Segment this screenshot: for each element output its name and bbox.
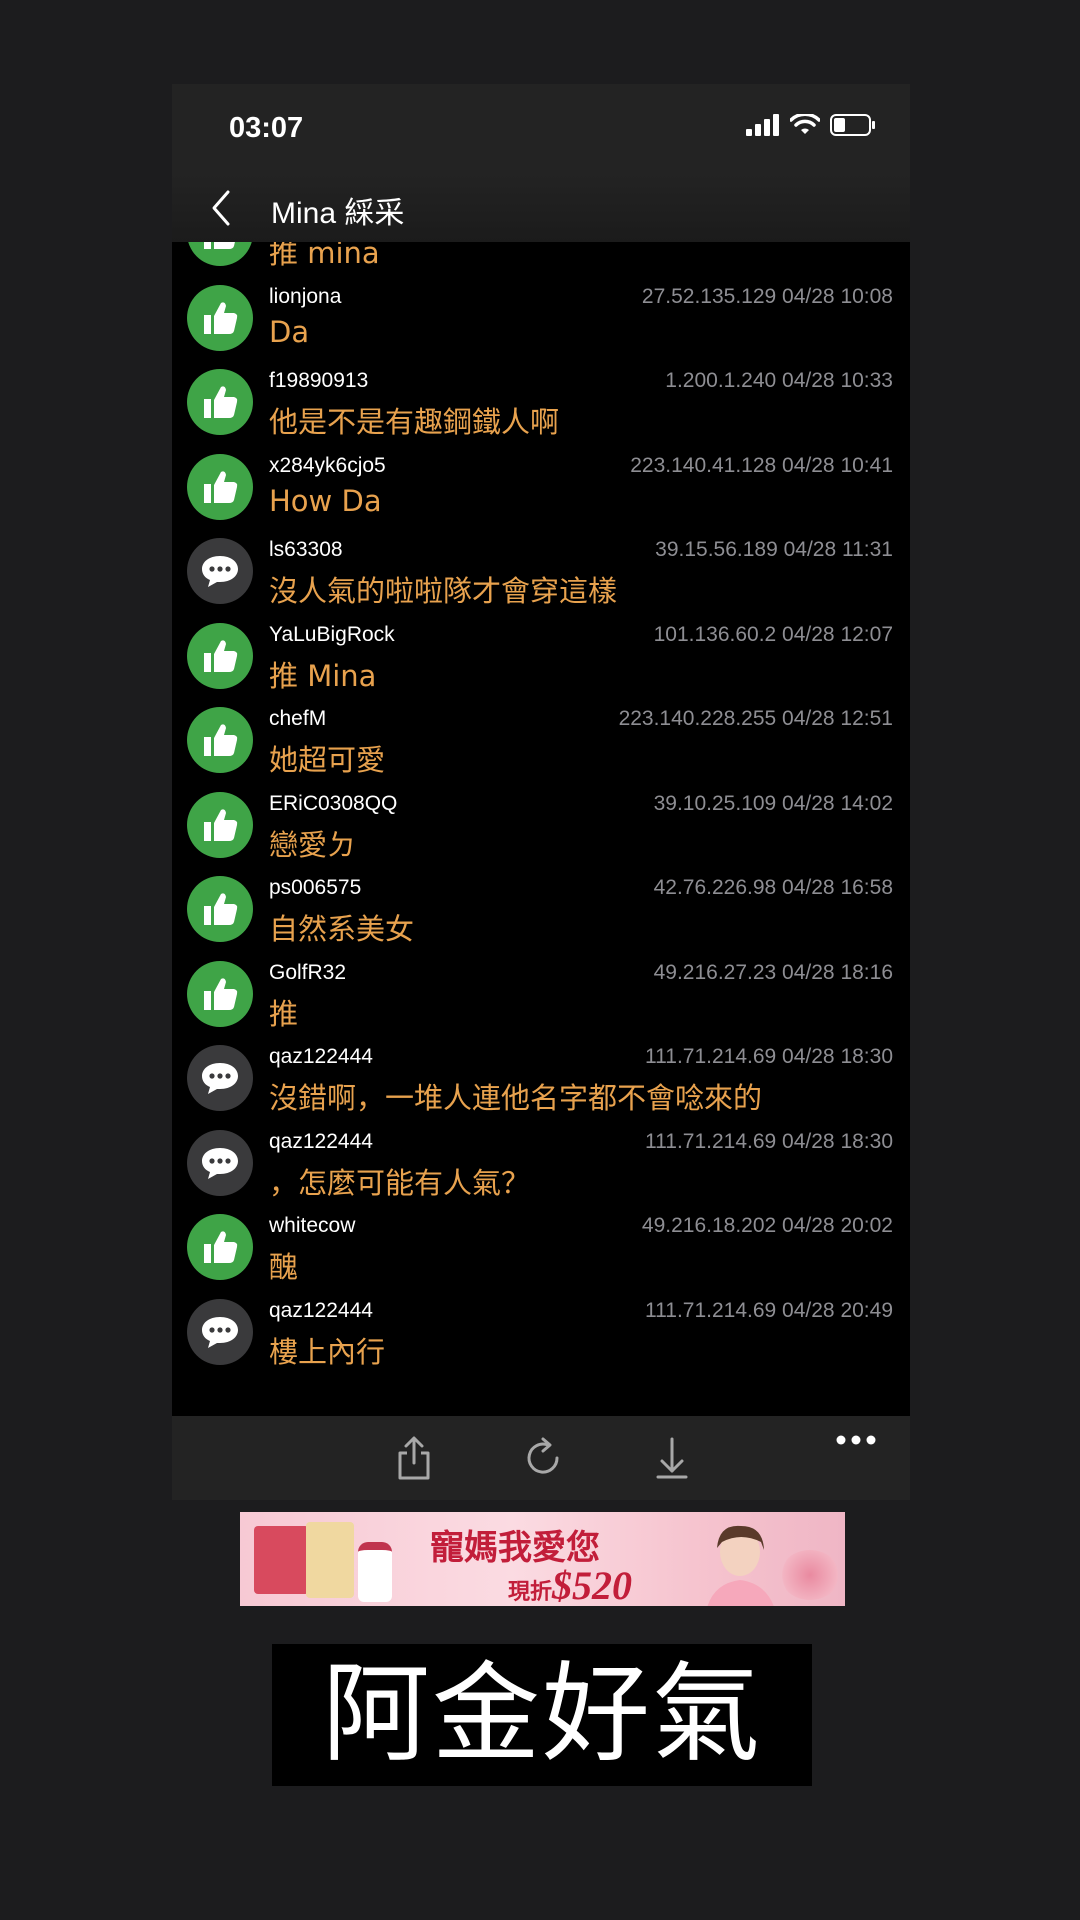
comment-username[interactable]: qaz122444 (269, 1299, 373, 1323)
comment-ip-time: 49.216.27.23 04/28 18:16 (653, 960, 893, 984)
comment-text: How Da (269, 483, 382, 518)
comment-list[interactable]: fa00815101.9.98.236 04/28 09:56推 minalio… (172, 242, 910, 1500)
comment-text: 他是不是有趣鋼鐵人啊 (269, 405, 560, 439)
comment-ip-time: 27.52.135.129 04/28 10:08 (641, 284, 893, 308)
comment-ip-time: 101.136.60.2 04/28 12:07 (653, 622, 893, 646)
flower-image (780, 1550, 840, 1600)
comment-text: 推 Mina (269, 658, 377, 693)
thumbs-up-icon (187, 960, 253, 1027)
caption-text: 阿金好氣 (272, 1644, 812, 1786)
comment-row[interactable]: ps006575 42.76.226.98 04/28 16:58 自然系美女 (172, 863, 910, 948)
comment-text: ，怎麼可能有人氣？ (269, 1165, 531, 1200)
chat-bubble-icon (187, 1298, 253, 1365)
comment-text: 沒錯啊，一堆人連他名字都不會唸來的 (269, 1081, 763, 1115)
comment-row[interactable]: qaz122444 111.71.214.69 04/28 20:49 樓上內行 (172, 1286, 910, 1371)
comment-row[interactable]: ls63308 39.15.56.189 04/28 11:31 沒人氣的啦啦隊才會… (172, 525, 910, 610)
phone-screen: 03:07 Mina 綵采 fa008 (172, 84, 910, 1500)
thumbs-up-icon (187, 791, 253, 858)
comment-text: 醜 (269, 1250, 299, 1284)
status-bar: 03:07 (172, 84, 910, 174)
comment-row[interactable]: qaz122444 111.71.214.69 04/28 18:30 沒錯啊，一堆… (172, 1032, 910, 1117)
comment-username[interactable]: GolfR32 (269, 961, 346, 985)
comment-username[interactable]: chefM (269, 707, 326, 731)
comment-username[interactable]: qaz122444 (269, 1045, 373, 1069)
comment-ip-time: 111.71.214.69 04/28 20:49 (645, 1298, 893, 1322)
comment-ip-time: 1.200.1.240 04/28 10:33 (665, 369, 893, 392)
more-icon (836, 1435, 876, 1445)
comment-text: 樓上內行 (269, 1334, 386, 1369)
comment-ip-time: 223.140.41.128 04/28 10:41 (630, 453, 893, 477)
comment-row[interactable]: chefM 223.140.228.255 04/28 12:51 她超可愛 (172, 694, 910, 779)
wifi-icon (790, 114, 820, 134)
ad-discount-prefix: 現折 (508, 1580, 553, 1605)
ad-banner[interactable]: 寵媽我愛您 現折$520 (240, 1512, 845, 1606)
comment-text: 沒人氣的啦啦隊才會穿這樣 (269, 574, 618, 608)
comment-row[interactable]: GolfR32 49.216.27.23 04/28 18:16 推 (172, 948, 910, 1033)
thumbs-up-icon (187, 242, 253, 266)
comment-username[interactable]: lionjona (269, 285, 341, 309)
status-icons (746, 114, 876, 136)
comment-row[interactable]: x284yk6cjo5 223.140.41.128 04/28 10:41 How… (172, 441, 910, 526)
comment-text: 她超可愛 (269, 743, 386, 777)
product-box-image (306, 1522, 354, 1598)
comment-ip-time: 42.76.226.98 04/28 16:58 (653, 876, 893, 899)
signal-icon (746, 114, 779, 136)
chevron-left-icon[interactable] (206, 188, 236, 228)
comment-username[interactable]: YaLuBigRock (269, 623, 395, 647)
thumbs-up-icon (187, 876, 253, 942)
refresh-icon (527, 1437, 559, 1474)
comment-row[interactable]: qaz122444 111.71.214.69 04/28 18:30 ，怎麼可能有… (172, 1117, 910, 1202)
comment-text: 推 mina (269, 242, 380, 270)
thumbs-up-icon (187, 284, 253, 351)
thumbs-up-icon (187, 453, 253, 520)
comment-row[interactable]: YaLuBigRock 101.136.60.2 04/28 12:07 推 Min… (172, 610, 910, 695)
comment-ip-time: 39.10.25.109 04/28 14:02 (653, 791, 893, 815)
product-box-image (254, 1526, 309, 1594)
thumbs-up-icon (187, 707, 253, 773)
chat-bubble-icon (187, 1045, 253, 1111)
download-button[interactable] (648, 1434, 696, 1482)
ad-model-image (707, 1525, 774, 1606)
comment-username[interactable]: qaz122444 (269, 1130, 373, 1154)
comment-text: 戀愛ㄉ (269, 827, 357, 862)
comment-row[interactable]: ERiC0308QQ 39.10.25.109 04/28 14:02 戀愛ㄉ (172, 779, 910, 864)
page-title: Mina 綵采 (271, 197, 405, 230)
comment-username[interactable]: whitecow (269, 1214, 355, 1238)
thumbs-up-icon (187, 369, 253, 435)
battery-icon (830, 114, 875, 136)
comment-text: Da (269, 314, 310, 349)
comment-row[interactable]: f19890913 1.200.1.240 04/28 10:33 他是不是有趣鋼鐵… (172, 356, 910, 441)
ad-discount-value: $520 (552, 1563, 633, 1606)
comment-username[interactable]: ps006575 (269, 876, 361, 900)
comment-ip-time: 111.71.214.69 04/28 18:30 (645, 1129, 893, 1153)
chat-bubble-icon (187, 538, 253, 604)
comment-username[interactable]: ERiC0308QQ (269, 792, 397, 816)
bottom-toolbar (172, 1416, 910, 1500)
more-button[interactable] (832, 1416, 880, 1464)
comment-ip-time: 111.71.214.69 04/28 18:30 (645, 1045, 893, 1068)
share-button[interactable] (390, 1434, 438, 1482)
chat-bubble-icon (187, 1129, 253, 1196)
comment-ip-time: 49.216.18.202 04/28 20:02 (641, 1214, 893, 1237)
comment-text: 自然系美女 (269, 912, 415, 946)
nav-bar: Mina 綵采 (172, 174, 910, 242)
comment-row[interactable]: lionjona 27.52.135.129 04/28 10:08 Da (172, 272, 910, 357)
refresh-button[interactable] (519, 1434, 567, 1482)
status-time: 03:07 (229, 112, 304, 144)
comment-username[interactable]: f19890913 (269, 369, 368, 393)
comment-ip-time: 223.140.228.255 04/28 12:51 (618, 707, 893, 730)
share-icon (398, 1436, 430, 1480)
ad-discount: 現折$520 (508, 1562, 632, 1606)
comment-username[interactable]: x284yk6cjo5 (269, 454, 386, 478)
product-bottle-image (358, 1542, 392, 1602)
thumbs-up-icon (187, 622, 253, 689)
thumbs-up-icon (187, 1214, 253, 1280)
download-icon (656, 1437, 688, 1479)
comment-row[interactable]: fa00815101.9.98.236 04/28 09:56推 mina (172, 242, 910, 272)
comment-username[interactable]: ls63308 (269, 538, 343, 562)
comment-text: 推 (269, 996, 299, 1031)
comment-row[interactable]: whitecow 49.216.18.202 04/28 20:02 醜 (172, 1201, 910, 1286)
comment-ip-time: 39.15.56.189 04/28 11:31 (655, 538, 893, 561)
